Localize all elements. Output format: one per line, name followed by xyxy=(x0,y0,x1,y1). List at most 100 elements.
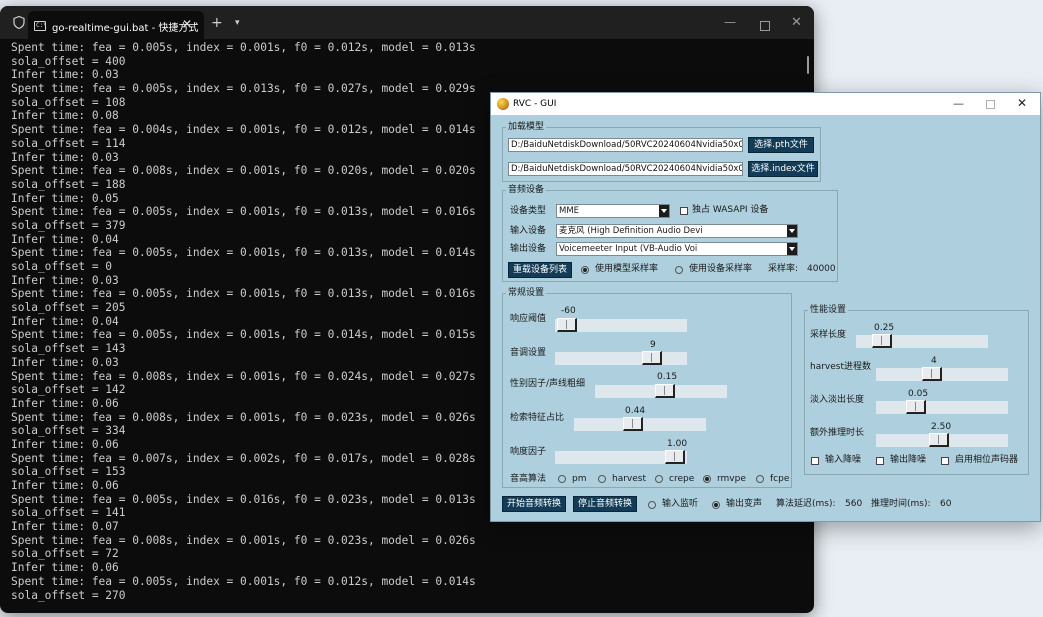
chevron-down-icon[interactable] xyxy=(787,225,797,237)
slider-thumb[interactable] xyxy=(665,450,685,464)
block-time-slider[interactable] xyxy=(856,334,988,348)
terminal-line: Spent time: fea = 0.005s, index = 0.001s… xyxy=(11,574,476,588)
new-tab-icon[interactable]: + xyxy=(211,15,223,31)
rms-mix-slider[interactable] xyxy=(555,450,687,464)
frame-title: 加载模型 xyxy=(506,122,547,132)
frame-title: 性能设置 xyxy=(808,305,849,315)
slider-thumb[interactable] xyxy=(655,384,675,398)
slider-value: 0.25 xyxy=(874,323,895,333)
close-icon[interactable]: ✕ xyxy=(1017,96,1027,110)
phase-vocoder-label: 启用相位声码器 xyxy=(955,455,1019,465)
chevron-down-icon[interactable] xyxy=(787,243,797,255)
audio-device-frame: 音频设备 设备类型 MME 独占 WASAPI 设备 输入设备 麦克风 (Hig… xyxy=(502,185,838,282)
pth-path-field[interactable]: D:/BaiduNetdiskDownload/50RVC20240604Nvi… xyxy=(508,138,743,152)
slider-thumb[interactable] xyxy=(906,400,926,414)
start-conversion-button[interactable]: 开始音频转换 xyxy=(502,496,566,512)
general-settings-frame: 常规设置 响应阈值 -60 音调设置 9 性别因子/声线粗细 0.15 检索特征… xyxy=(502,288,792,488)
tab-terminal[interactable]: C:\ go-realtime-gui.bat - 快捷方式 ✕ xyxy=(28,11,204,39)
slider-thumb[interactable] xyxy=(557,318,577,332)
use-device-sr-radio[interactable] xyxy=(675,266,683,274)
threshold-slider[interactable] xyxy=(555,318,687,332)
algo-fcpe-radio[interactable] xyxy=(756,475,764,483)
use-device-sr-label: 使用设备采样率 xyxy=(689,264,753,274)
input-monitor-label: 输入监听 xyxy=(662,499,699,509)
output-denoise-label: 输出降噪 xyxy=(890,455,927,465)
minimize-icon[interactable]: — xyxy=(724,15,736,29)
terminal-line: Infer time: 0.07 xyxy=(11,520,119,534)
rvc-gui-window: RVC - GUI — ✕ 加载模型 D:/BaiduNetdiskDownlo… xyxy=(490,92,1041,522)
input-monitor-radio[interactable] xyxy=(648,501,656,509)
maximize-icon[interactable] xyxy=(760,21,770,31)
terminal-line: sola_offset = 270 xyxy=(11,588,126,602)
use-model-sr-radio[interactable] xyxy=(581,266,589,274)
slider-value: 4 xyxy=(931,356,937,366)
slider-label: 响度因子 xyxy=(510,447,547,457)
select-index-button[interactable]: 选择.index文件 xyxy=(748,161,818,177)
phase-vocoder-checkbox[interactable] xyxy=(941,457,949,465)
slider-label: harvest进程数 xyxy=(810,362,872,372)
pitch-slider[interactable] xyxy=(555,351,687,365)
tab-title: go-realtime-gui.bat - 快捷方式 xyxy=(52,23,199,34)
algo-fcpe-label: fcpe xyxy=(770,474,790,484)
slider-label: 响应阈值 xyxy=(510,314,547,324)
algo-crepe-label: crepe xyxy=(669,474,695,484)
slider-value: -60 xyxy=(561,306,576,316)
output-voice-radio[interactable] xyxy=(712,501,720,509)
index-path-field[interactable]: D:/BaiduNetdiskDownload/50RVC20240604Nvi… xyxy=(508,162,743,176)
infer-time-value: 60 xyxy=(940,499,952,509)
slider-thumb[interactable] xyxy=(642,351,662,365)
output-voice-label: 输出变声 xyxy=(726,499,763,509)
stop-conversion-button[interactable]: 停止音频转换 xyxy=(573,496,637,512)
output-device-select[interactable]: Voicemeeter Input (VB-Audio Voi xyxy=(556,242,798,256)
algo-crepe-radio[interactable] xyxy=(655,475,663,483)
select-pth-button[interactable]: 选择.pth文件 xyxy=(748,137,814,153)
cmd-icon: C:\ xyxy=(34,21,47,31)
input-device-label: 输入设备 xyxy=(510,226,547,236)
output-denoise-checkbox[interactable] xyxy=(876,457,884,465)
input-denoise-label: 输入降噪 xyxy=(825,455,862,465)
slider-thumb[interactable] xyxy=(623,417,643,431)
extra-time-slider[interactable] xyxy=(876,433,1008,447)
chevron-down-icon[interactable]: ▾ xyxy=(235,18,240,28)
slider-label: 额外推理时长 xyxy=(810,428,865,438)
algo-pm-radio[interactable] xyxy=(558,475,566,483)
slider-value: 0.44 xyxy=(625,406,646,416)
chevron-down-icon[interactable] xyxy=(659,205,669,217)
algo-harvest-label: harvest xyxy=(612,474,647,484)
wasapi-checkbox[interactable] xyxy=(680,207,688,215)
terminal-line: Infer time: 0.03 xyxy=(11,68,119,82)
reload-devices-button[interactable]: 重载设备列表 xyxy=(508,262,572,278)
output-device-value: Voicemeeter Input (VB-Audio Voi xyxy=(559,244,698,254)
slider-value: 1.00 xyxy=(667,439,688,449)
slider-thumb[interactable] xyxy=(922,367,942,381)
sample-rate-value: 40000 xyxy=(807,264,836,274)
maximize-icon[interactable] xyxy=(986,100,995,109)
wasapi-label: 独占 WASAPI 设备 xyxy=(692,205,769,215)
slider-thumb[interactable] xyxy=(929,433,949,447)
input-device-select[interactable]: 麦克风 (High Definition Audio Devi xyxy=(556,224,798,238)
slider-thumb[interactable] xyxy=(872,334,892,348)
device-type-label: 设备类型 xyxy=(510,206,547,216)
algo-harvest-radio[interactable] xyxy=(598,475,606,483)
input-denoise-checkbox[interactable] xyxy=(811,457,819,465)
sample-rate-label: 采样率: xyxy=(768,264,799,274)
formant-slider[interactable] xyxy=(595,384,727,398)
window-title: RVC - GUI xyxy=(513,99,557,109)
slider-label: 音调设置 xyxy=(510,348,547,358)
slider-label: 淡入淡出长度 xyxy=(810,395,865,405)
device-type-select[interactable]: MME xyxy=(556,204,670,218)
algo-pm-label: pm xyxy=(572,474,587,484)
close-tab-icon[interactable]: ✕ xyxy=(182,17,192,31)
scrollbar[interactable] xyxy=(807,56,809,74)
crossfade-slider[interactable] xyxy=(876,400,1008,414)
harvest-proc-slider[interactable] xyxy=(876,367,1008,381)
slider-value: 0.15 xyxy=(657,372,678,382)
shield-icon xyxy=(13,16,25,29)
terminal-line: Spent time: fea = 0.008s, index = 0.001s… xyxy=(11,533,476,547)
close-icon[interactable]: ✕ xyxy=(791,15,802,30)
algo-rmvpe-label: rmvpe xyxy=(717,474,746,484)
algo-rmvpe-radio[interactable] xyxy=(703,475,711,483)
minimize-icon[interactable]: — xyxy=(953,97,964,110)
index-rate-slider[interactable] xyxy=(574,417,706,431)
delay-value: 560 xyxy=(845,499,863,509)
